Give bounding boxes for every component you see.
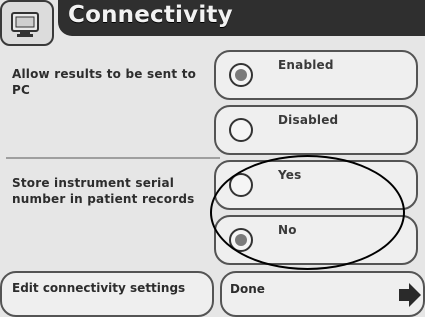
done-label: Done	[230, 282, 265, 296]
results-to-pc-label: Allow results to be sent to PC	[12, 67, 197, 97]
section-separator	[6, 157, 220, 159]
right-arrow-icon	[399, 283, 421, 307]
page-title: Connectivity	[68, 2, 233, 28]
yes-option[interactable]: Yes	[214, 160, 418, 210]
edit-connectivity-settings-label: Edit connectivity settings	[12, 281, 186, 295]
enabled-option-label: Enabled	[278, 58, 334, 72]
serial-number-label: Store instrument serial number in patien…	[12, 176, 195, 206]
enabled-radio-icon	[229, 63, 253, 87]
yes-option-label: Yes	[278, 168, 302, 182]
no-option-label: No	[278, 223, 297, 237]
disabled-radio-icon	[229, 118, 253, 142]
edit-connectivity-settings-button[interactable]: Edit connectivity settings	[0, 271, 214, 317]
done-button[interactable]: Done	[220, 271, 425, 317]
connectivity-screen: Connectivity Allow results to be sent to…	[0, 0, 425, 317]
enabled-option[interactable]: Enabled	[214, 50, 418, 100]
disabled-option-label: Disabled	[278, 113, 339, 127]
yes-radio-icon	[229, 173, 253, 197]
pc-monitor-icon	[0, 0, 54, 46]
no-option[interactable]: No	[214, 215, 418, 265]
no-radio-icon	[229, 228, 253, 252]
disabled-option[interactable]: Disabled	[214, 105, 418, 155]
